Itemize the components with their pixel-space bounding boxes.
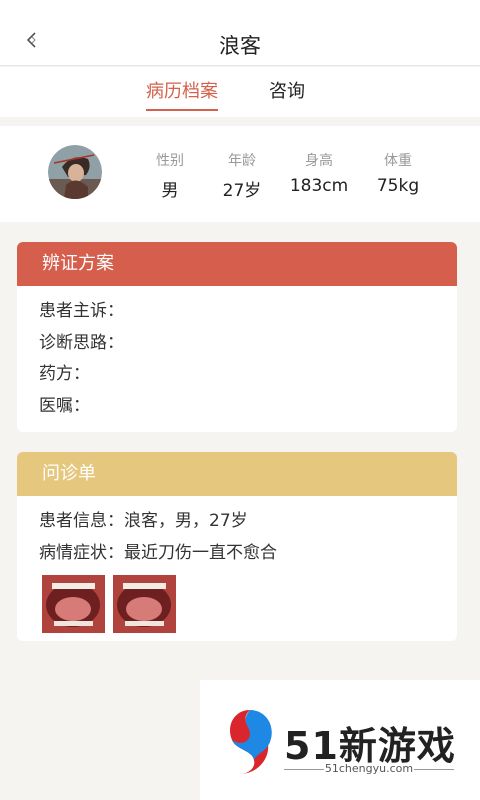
diagnosis-card-title: 辨证方案 <box>17 242 457 286</box>
prescription-label: 药方： <box>39 364 90 384</box>
patient-info: 患者信息：浪客，男，27岁 <box>39 511 248 531</box>
stat-height: 身高 183cm <box>279 150 359 196</box>
top-bar: 浪客 <box>0 0 480 66</box>
tab-consult[interactable]: 咨询 <box>269 77 305 109</box>
stat-label: 身高 <box>305 153 333 169</box>
mouth-photo[interactable] <box>113 575 176 633</box>
patient-profile: 性别 男 年龄 27岁 身高 183cm 体重 75kg <box>0 126 480 222</box>
stat-value: 183cm <box>289 176 349 196</box>
brand-logo-icon <box>230 710 272 774</box>
avatar[interactable] <box>48 145 102 199</box>
stat-gender: 性别 男 <box>130 150 210 201</box>
consult-card-title: 问诊单 <box>17 452 457 496</box>
stat-label: 性别 <box>156 153 184 169</box>
tab-medical-record[interactable]: 病历档案 <box>146 77 218 111</box>
symptoms: 病情症状：最近刀伤一直不愈合 <box>39 542 277 563</box>
diagnosis-card: 辨证方案 患者主诉： 诊断思路： 药方： 医嘱： <box>17 242 457 432</box>
watermark: 51新游戏 51chengyu.com <box>200 680 480 800</box>
mouth-photo[interactable] <box>42 575 105 633</box>
stat-value: 男 <box>161 181 179 201</box>
stat-label: 年龄 <box>228 153 256 169</box>
chief-complaint-label: 患者主诉： <box>39 301 124 321</box>
stat-weight: 体重 75kg <box>358 150 438 196</box>
stat-value: 27岁 <box>222 181 262 201</box>
divider <box>414 769 454 770</box>
diagnosis-label: 诊断思路： <box>39 332 124 353</box>
stat-value: 75kg <box>376 176 420 196</box>
doctor-advice-label: 医嘱： <box>39 395 90 416</box>
page-title: 浪客 <box>219 34 261 58</box>
tab-bar: 病历档案 咨询 <box>0 67 480 117</box>
stat-age: 年龄 27岁 <box>202 150 282 201</box>
stat-label: 体重 <box>384 153 412 169</box>
consult-card: 问诊单 患者信息：浪客，男，27岁 病情症状：最近刀伤一直不愈合 <box>17 452 457 641</box>
